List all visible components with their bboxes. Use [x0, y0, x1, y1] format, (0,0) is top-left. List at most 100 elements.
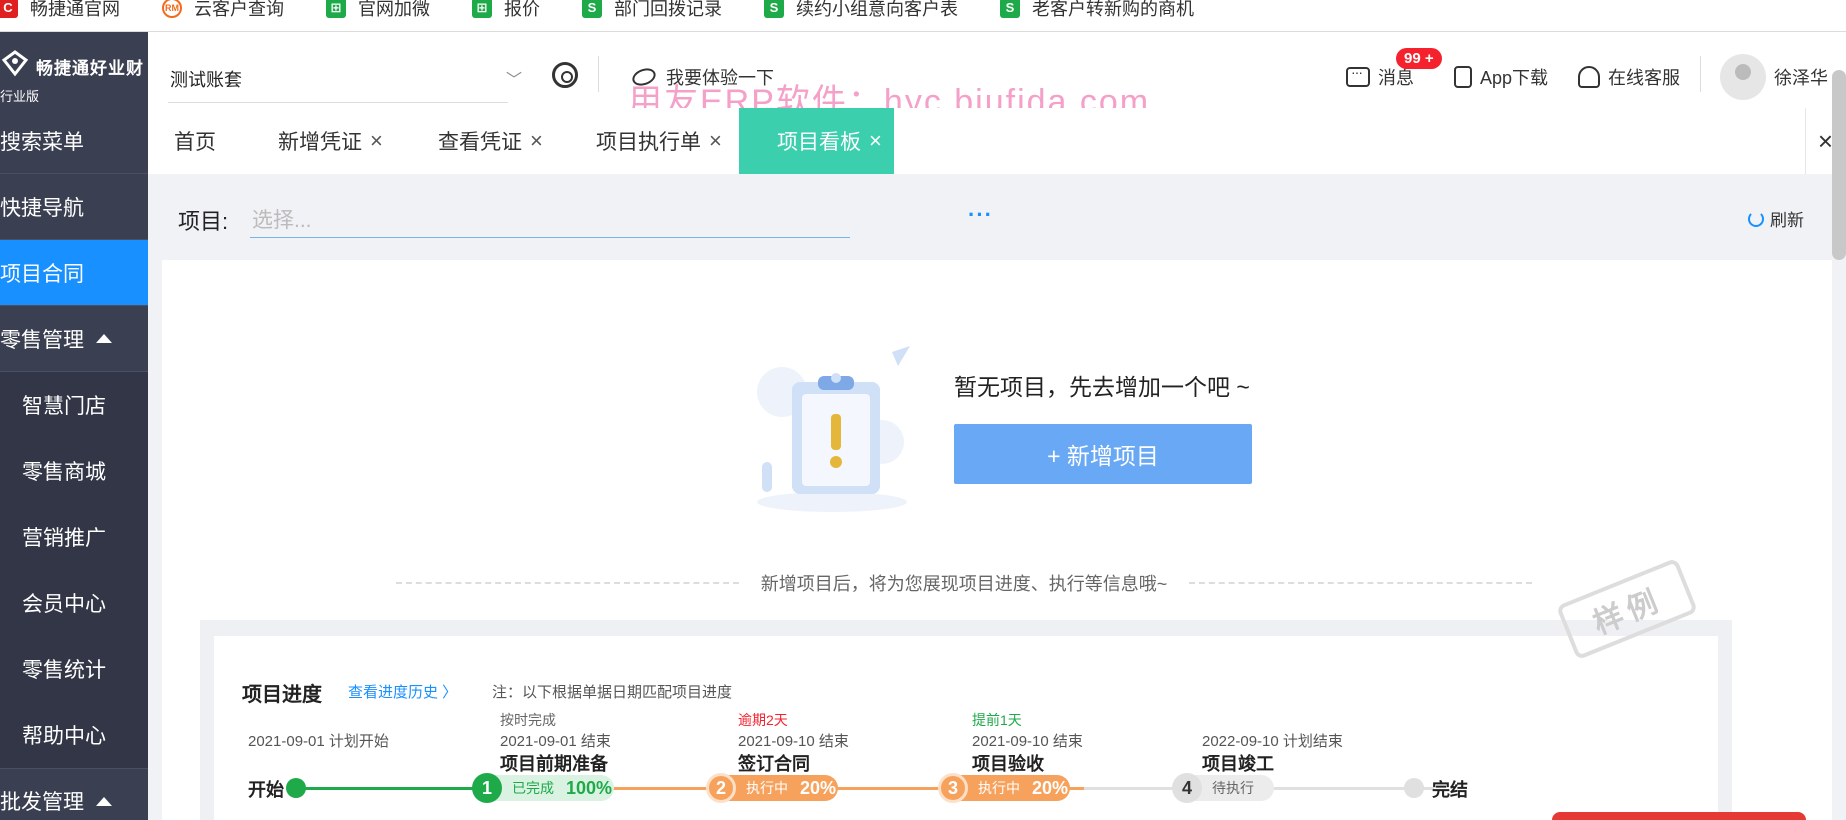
stage-state: 执行中: [746, 780, 788, 796]
stage-pill: 4 待执行: [1172, 773, 1274, 803]
divider: [598, 56, 599, 92]
stage-number: 3: [938, 773, 968, 803]
sidebar-item-label: 零售管理: [0, 328, 84, 352]
add-project-button[interactable]: + 新增项目: [954, 424, 1252, 484]
stage-date: 2021-09-01 结束: [500, 733, 611, 750]
account-underline: [168, 102, 508, 103]
bookmark-label: 续约小组意向客户表: [796, 0, 958, 19]
sidebar-subitem-smart-store[interactable]: 智慧门店: [0, 372, 148, 438]
sidebar-subitem-retail-stats[interactable]: 零售统计: [0, 636, 148, 702]
refresh-label: 刷新: [1770, 211, 1804, 230]
right-scrollbar[interactable]: [1832, 70, 1846, 260]
sidebar-subitem-retail-mall[interactable]: 零售商城: [0, 438, 148, 504]
sidebar-item-quick-nav[interactable]: 快捷导航: [0, 174, 148, 240]
tab-view-voucher[interactable]: 查看凭证 ×: [438, 108, 543, 174]
stage-state: 待执行: [1212, 780, 1254, 796]
caret-up-icon: [96, 334, 112, 343]
close-icon[interactable]: ×: [709, 128, 722, 154]
online-service-button[interactable]: 在线客服: [1578, 64, 1680, 90]
tab-home[interactable]: 首页: [174, 108, 216, 174]
brand[interactable]: 畅捷通好业财 行业版: [0, 32, 148, 108]
sidebar: 畅捷通好业财 行业版 搜索菜单 快捷导航 项目合同 零售管理 智慧门店 零售商城…: [0, 32, 148, 820]
refresh-button[interactable]: 刷新: [1748, 206, 1804, 231]
sidebar-subitem-marketing[interactable]: 营销推广: [0, 504, 148, 570]
red-floating-bar[interactable]: [1552, 812, 1806, 820]
bookmark-4[interactable]: ⊞ 报价: [472, 0, 540, 24]
tab-label: 查看凭证: [438, 131, 522, 154]
green-sheet-icon: ⊞: [472, 0, 492, 18]
sidebar-item-project-contract[interactable]: 项目合同: [0, 240, 148, 306]
sidebar-subitem-label: 零售统计: [22, 659, 106, 682]
close-icon[interactable]: ×: [530, 128, 543, 154]
sidebar-item-label: 快捷导航: [0, 196, 84, 220]
progress-title: 项目进度: [242, 684, 322, 706]
end-label: 完结: [1432, 780, 1468, 800]
tab-bar: 首页 新增凭证 × 查看凭证 × 项目执行单 × 项目看板 ×: [148, 108, 1846, 174]
project-select-input[interactable]: 选择...: [250, 200, 850, 238]
sidebar-subitem-label: 零售商城: [22, 461, 106, 484]
stage-pill: 1 已完成 100%: [472, 773, 614, 803]
tab-label: 项目看板: [777, 131, 861, 154]
sidebar-item-label: 项目合同: [0, 262, 84, 286]
chevron-down-icon[interactable]: ﹀: [506, 66, 522, 90]
close-icon[interactable]: ×: [869, 128, 882, 154]
bookmark-5[interactable]: S 部门回拨记录: [582, 0, 722, 24]
app-download-button[interactable]: App下载: [1454, 64, 1548, 90]
start-node: [286, 778, 306, 798]
stage-percent: 100%: [566, 777, 613, 798]
user-name-label: 徐泽华: [1774, 68, 1828, 88]
red-c-icon: C: [0, 0, 18, 18]
info-divider: 新增项目后，将为您展现项目进度、执行等信息哦~: [374, 570, 1554, 596]
sidebar-subitem-label: 营销推广: [22, 527, 106, 550]
sidebar-item-search-menu[interactable]: 搜索菜单: [0, 108, 148, 174]
sidebar-item-retail-management[interactable]: 零售管理: [0, 306, 148, 372]
sidebar-subitem-member-center[interactable]: 会员中心: [0, 570, 148, 636]
bookmark-3[interactable]: ⊞ 官网加微: [326, 0, 430, 24]
stage-date: 2021-09-10 结束: [738, 733, 849, 750]
more-options-icon[interactable]: ···: [968, 202, 993, 228]
bookmark-6[interactable]: S 续约小组意向客户表: [764, 0, 958, 24]
tab-label: 项目执行单: [596, 131, 701, 154]
tab-project-execution[interactable]: 项目执行单 ×: [596, 108, 722, 174]
progress-note: 注：以下根据单据日期匹配项目进度: [492, 684, 733, 701]
stage-status: 逾期2天: [738, 712, 788, 728]
stage-name: 项目验收: [972, 754, 1044, 774]
user-name[interactable]: 徐泽华: [1774, 64, 1828, 90]
stage-name: 签订合同: [738, 754, 810, 774]
stage-state: 执行中: [978, 780, 1020, 796]
stage-date: 2022-09-10 计划结束: [1202, 733, 1343, 750]
stage-pill: 2 执行中 20%: [706, 773, 838, 803]
stage-name: 项目前期准备: [500, 754, 608, 774]
refresh-icon: [1748, 210, 1764, 227]
phone-icon: [1454, 66, 1472, 88]
gear-icon[interactable]: [552, 62, 578, 88]
sidebar-item-label: 搜索菜单: [0, 130, 84, 154]
tab-new-voucher[interactable]: 新增凭证 ×: [278, 108, 383, 174]
green-s-icon: S: [1000, 0, 1020, 18]
bookmark-2[interactable]: RM 云客户查询: [162, 0, 284, 24]
bookmark-1[interactable]: C 畅捷通官网: [0, 0, 120, 24]
bookmark-7[interactable]: S 老客户转新购的商机: [1000, 0, 1194, 24]
bookmarks-bar: C 畅捷通官网 RM 云客户查询 ⊞ 官网加微 ⊞ 报价 S 部门回拨记录 S 续约小组意向…: [0, 0, 1846, 32]
tab-label: 首页: [174, 131, 216, 154]
stage-state: 已完成: [512, 780, 554, 796]
stage-percent: 20%: [1032, 777, 1069, 798]
progress-history-link[interactable]: 查看进度历史 〉: [348, 681, 457, 702]
sidebar-subitem-label: 帮助中心: [22, 725, 106, 748]
sidebar-subitem-help-center[interactable]: 帮助中心: [0, 702, 148, 768]
sidebar-item-wholesale[interactable]: 批发管理: [0, 768, 148, 820]
bookmark-label: 报价: [504, 0, 540, 19]
stage-number: 1: [472, 773, 502, 803]
green-s-icon: S: [764, 0, 784, 18]
account-selector[interactable]: 测试账套: [170, 66, 242, 92]
empty-state-message: 暂无项目，先去增加一个吧 ~: [954, 374, 1250, 400]
empty-clipboard-illustration: [757, 346, 910, 512]
progress-sample-card: 项目进度 查看进度历史 〉 注：以下根据单据日期匹配项目进度 2021-09-0…: [214, 636, 1718, 820]
tab-label: 新增凭证: [278, 131, 362, 154]
close-icon[interactable]: ×: [370, 128, 383, 154]
bookmark-label: 部门回拨记录: [614, 0, 722, 19]
app-label: App下载: [1480, 68, 1549, 88]
avatar[interactable]: [1720, 54, 1766, 100]
sidebar-subitem-label: 智慧门店: [22, 395, 106, 418]
tab-project-board[interactable]: 项目看板 ×: [739, 108, 894, 174]
